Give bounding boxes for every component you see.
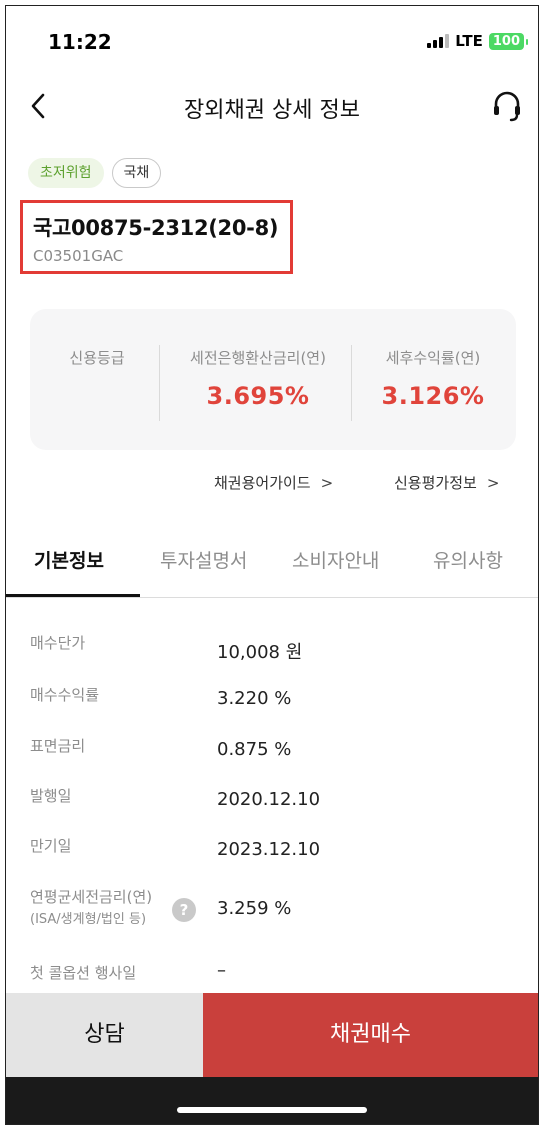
chevron-right-icon: > xyxy=(320,474,334,492)
detail-label: 매수수익률 xyxy=(30,686,100,704)
detail-tabs: 기본정보 투자설명서 소비자안내 유의사항 xyxy=(6,526,538,598)
type-badge: 국채 xyxy=(111,158,162,188)
pretax-rate: 세전은행환산금리(연) 3.695% xyxy=(168,347,348,410)
detail-label: 매수단가 xyxy=(30,634,86,652)
pretax-rate-label: 세전은행환산금리(연) xyxy=(190,349,326,367)
bottom-action-bar: 상담 채권매수 xyxy=(6,993,538,1077)
tab-basic-info[interactable]: 기본정보 xyxy=(34,546,104,573)
bond-code: C03501GAC xyxy=(33,247,124,265)
home-indicator[interactable] xyxy=(177,1107,367,1113)
tab-prospectus[interactable]: 투자설명서 xyxy=(160,546,247,573)
detail-value: 3.259 % xyxy=(217,898,292,919)
credit-info-link[interactable]: 신용평가정보 > xyxy=(394,472,499,493)
aftertax-yield-value: 3.126% xyxy=(381,382,485,410)
credit-info-link-label: 신용평가정보 xyxy=(394,474,477,492)
consult-button[interactable]: 상담 xyxy=(6,993,203,1077)
detail-value: 2023.12.10 xyxy=(217,839,321,860)
page-title: 장외채권 상세 정보 xyxy=(184,98,360,123)
signal-icon xyxy=(427,34,450,48)
summary-card: 신용등급 세전은행환산금리(연) 3.695% 세후수익률(연) 3.126% xyxy=(30,309,516,450)
credit-rating-label: 신용등급 xyxy=(69,349,125,367)
pretax-rate-value: 3.695% xyxy=(206,382,310,410)
credit-rating: 신용등급 xyxy=(52,347,142,368)
detail-value: 10,008 원 xyxy=(217,642,303,663)
detail-label: 연평균세전금리(연) xyxy=(30,888,153,906)
buy-bond-button[interactable]: 채권매수 xyxy=(203,993,538,1077)
headset-icon xyxy=(494,91,520,122)
bond-badges: 초저위험 국채 xyxy=(28,158,162,188)
app-frame: 11:22 LTE 100 장외채권 상세 정보 초저위험 국채 국고00875… xyxy=(5,5,539,1125)
aftertax-yield: 세후수익률(연) 3.126% xyxy=(360,347,506,410)
tab-consumer-guide[interactable]: 소비자안내 xyxy=(292,546,379,573)
detail-label: 만기일 xyxy=(30,837,72,855)
detail-sublabel: (ISA/생계형/법인 등) xyxy=(30,912,147,927)
help-icon[interactable]: ? xyxy=(172,898,196,922)
network-label: LTE xyxy=(455,32,483,50)
support-button[interactable] xyxy=(490,88,524,124)
detail-value: 2020.12.10 xyxy=(217,789,321,810)
detail-value: 0.875 % xyxy=(217,739,292,760)
risk-badge: 초저위험 xyxy=(28,158,104,188)
status-indicators: LTE 100 xyxy=(427,32,529,50)
status-bar: 11:22 LTE 100 xyxy=(6,6,538,76)
detail-value: – xyxy=(217,960,226,981)
battery-icon: 100 xyxy=(488,32,529,50)
tab-notices[interactable]: 유의사항 xyxy=(433,546,503,573)
detail-value: 3.220 % xyxy=(217,688,292,709)
bond-name: 국고00875-2312(20-8) xyxy=(33,216,279,240)
active-tab-indicator xyxy=(6,594,140,597)
status-time: 11:22 xyxy=(48,30,112,54)
detail-label: 표면금리 xyxy=(30,737,86,755)
glossary-link[interactable]: 채권용어가이드 > xyxy=(214,472,333,493)
aftertax-yield-label: 세후수익률(연) xyxy=(385,349,481,367)
chevron-right-icon: > xyxy=(486,474,500,492)
bond-title-highlight: 국고00875-2312(20-8) C03501GAC xyxy=(20,200,293,274)
divider xyxy=(351,345,352,421)
detail-label: 발행일 xyxy=(30,787,72,805)
divider xyxy=(159,345,160,421)
detail-label: 첫 콜옵션 행사일 xyxy=(30,964,137,982)
home-indicator-area xyxy=(6,1077,538,1124)
nav-header: 장외채권 상세 정보 xyxy=(6,76,538,136)
glossary-link-label: 채권용어가이드 xyxy=(214,474,311,492)
